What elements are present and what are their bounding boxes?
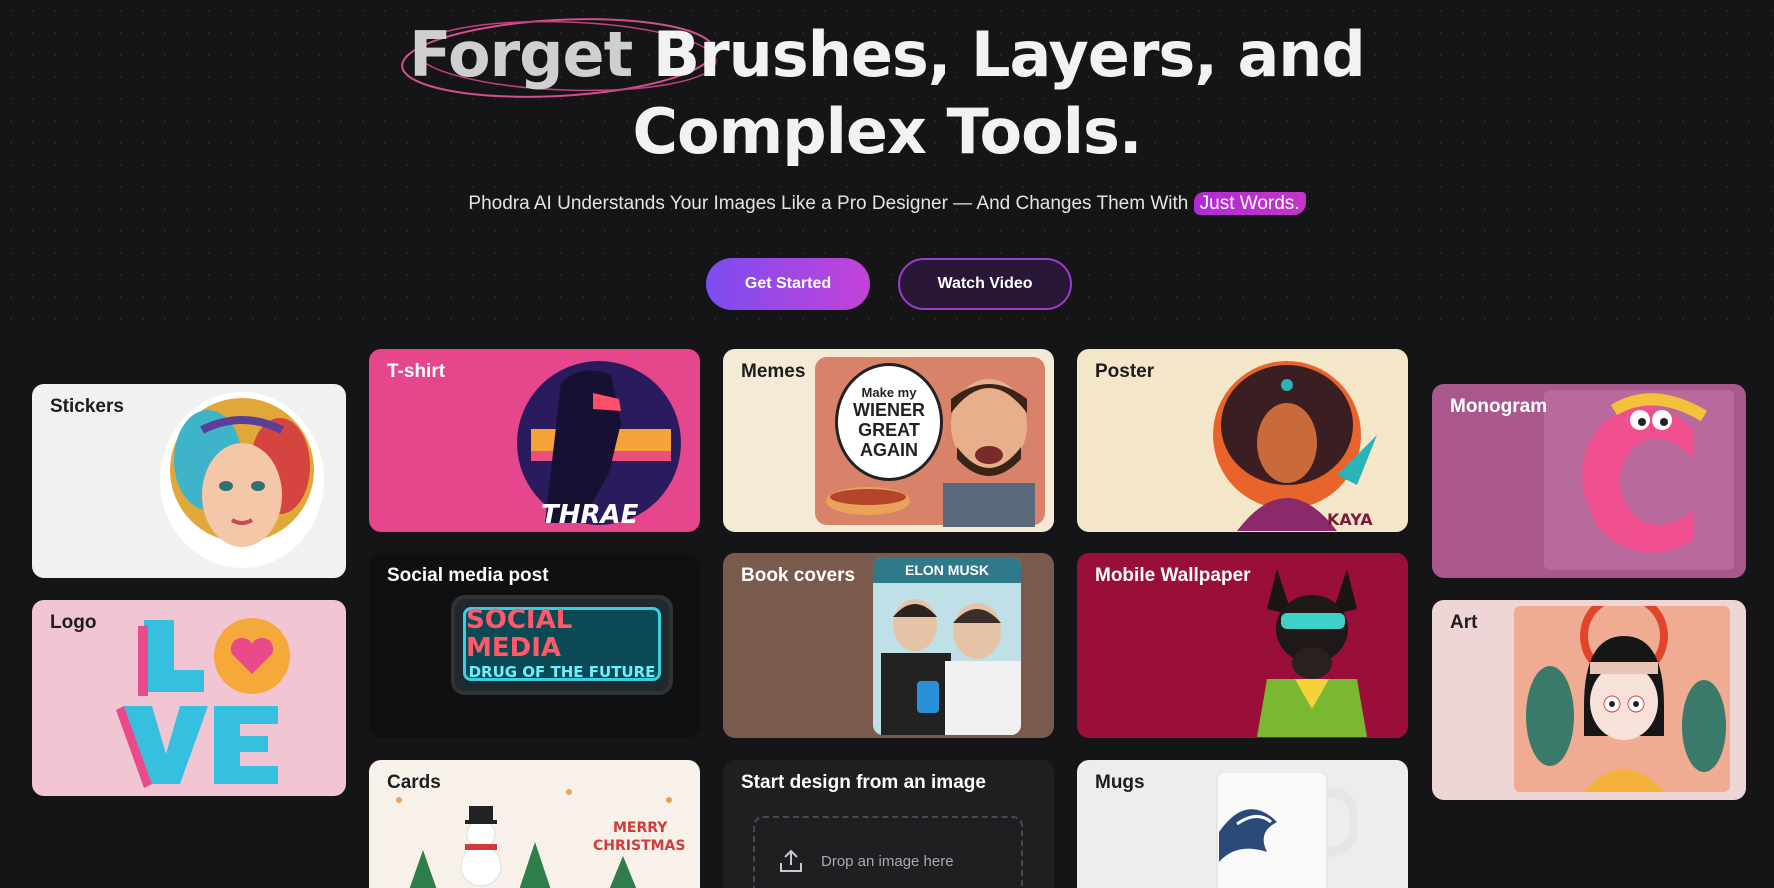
card-logo[interactable]: Logo bbox=[32, 600, 346, 796]
card-label: Memes bbox=[741, 361, 806, 382]
cards-art-line1: MERRY bbox=[613, 820, 668, 836]
card-social-media[interactable]: Social media post SOCIAL MEDIA DRUG OF T… bbox=[369, 553, 700, 738]
card-stickers[interactable]: Stickers bbox=[32, 384, 346, 578]
dropzone-text: Drop an image here bbox=[821, 852, 954, 870]
love-logo-image bbox=[116, 618, 290, 788]
card-label: Start design from an image bbox=[741, 772, 986, 793]
christmas-card-image: MERRY CHRISTMAS bbox=[396, 789, 685, 888]
card-label: Social media post bbox=[387, 565, 549, 586]
cards-art-line2: CHRISTMAS bbox=[593, 838, 685, 854]
tshirt-art-text: THRAE bbox=[541, 500, 639, 530]
hero-headline-line1: Forget Brushes, Layers, and bbox=[0, 18, 1774, 92]
mug-image bbox=[1216, 772, 1357, 888]
poster-woman-image: KAYA bbox=[1213, 361, 1377, 531]
card-art[interactable]: Art bbox=[1432, 600, 1746, 800]
card-start-design[interactable]: Start design from an image Drop an image… bbox=[723, 760, 1054, 888]
card-monogram[interactable]: Monogram bbox=[1432, 384, 1746, 578]
art-girl-image bbox=[1514, 606, 1730, 792]
meme-bubble-line: GREAT bbox=[858, 419, 920, 440]
card-label: Monogram bbox=[1450, 396, 1548, 417]
card-label: Stickers bbox=[50, 396, 124, 417]
upload-icon bbox=[780, 849, 802, 872]
hero-headline-line2: Complex Tools. bbox=[632, 95, 1143, 168]
subtitle-text: Phodra AI Understands Your Images Like a… bbox=[468, 193, 1194, 214]
card-tshirt[interactable]: T-shirt THRAE bbox=[369, 349, 700, 532]
subtitle-highlight: Just Words. bbox=[1193, 192, 1306, 215]
card-memes[interactable]: Memes Make my WIENER GREAT AGAIN bbox=[723, 349, 1054, 532]
social-art-line2: DRUG OF THE FUTURE bbox=[468, 663, 656, 681]
book-cover-image: ELON MUSK bbox=[873, 557, 1021, 735]
meme-bubble-line: Make my bbox=[861, 384, 917, 400]
card-mugs[interactable]: Mugs bbox=[1077, 760, 1408, 888]
poster-art-text: KAYA bbox=[1327, 510, 1373, 529]
card-label: Poster bbox=[1095, 361, 1155, 382]
card-mobile-wallpaper[interactable]: Mobile Wallpaper bbox=[1077, 553, 1408, 738]
sticker-girl-image bbox=[160, 392, 324, 568]
hotdog-image bbox=[826, 487, 910, 515]
card-label: Mobile Wallpaper bbox=[1095, 565, 1251, 586]
card-label: Logo bbox=[50, 612, 97, 633]
meme-man-image bbox=[943, 379, 1035, 527]
social-art-line1: SOCIAL MEDIA bbox=[466, 605, 573, 663]
meme-bubble-line: WIENER bbox=[853, 399, 925, 420]
card-label: T-shirt bbox=[387, 361, 446, 382]
card-book-covers[interactable]: Book covers ELON MUSK bbox=[723, 553, 1054, 738]
image-dropzone[interactable]: Drop an image here bbox=[753, 816, 1023, 888]
card-cards[interactable]: Cards MERRY CHRISTMAS bbox=[369, 760, 700, 888]
wallpaper-dog-image bbox=[1257, 569, 1367, 737]
meme-bubble-line: AGAIN bbox=[860, 439, 918, 460]
card-label: Mugs bbox=[1095, 772, 1145, 793]
card-poster[interactable]: Poster KAYA bbox=[1077, 349, 1408, 532]
book-art-title: ELON MUSK bbox=[905, 562, 989, 578]
monogram-monster-image bbox=[1544, 390, 1734, 570]
headline-word-forget: Forget bbox=[409, 18, 633, 91]
watch-video-button[interactable]: Watch Video bbox=[898, 258, 1072, 310]
meme-speech-bubble: Make my WIENER GREAT AGAIN bbox=[835, 363, 943, 481]
hero-subtitle: Phodra AI Understands Your Images Like a… bbox=[0, 192, 1774, 215]
card-label: Book covers bbox=[741, 565, 856, 586]
get-started-button[interactable]: Get Started bbox=[706, 258, 870, 310]
tshirt-design-image: THRAE bbox=[517, 361, 681, 530]
card-label: Art bbox=[1450, 612, 1478, 633]
card-label: Cards bbox=[387, 772, 441, 793]
social-media-sign-image: SOCIAL MEDIA DRUG OF THE FUTURE bbox=[451, 595, 673, 695]
headline-rest: Brushes, Layers, and bbox=[632, 18, 1366, 91]
